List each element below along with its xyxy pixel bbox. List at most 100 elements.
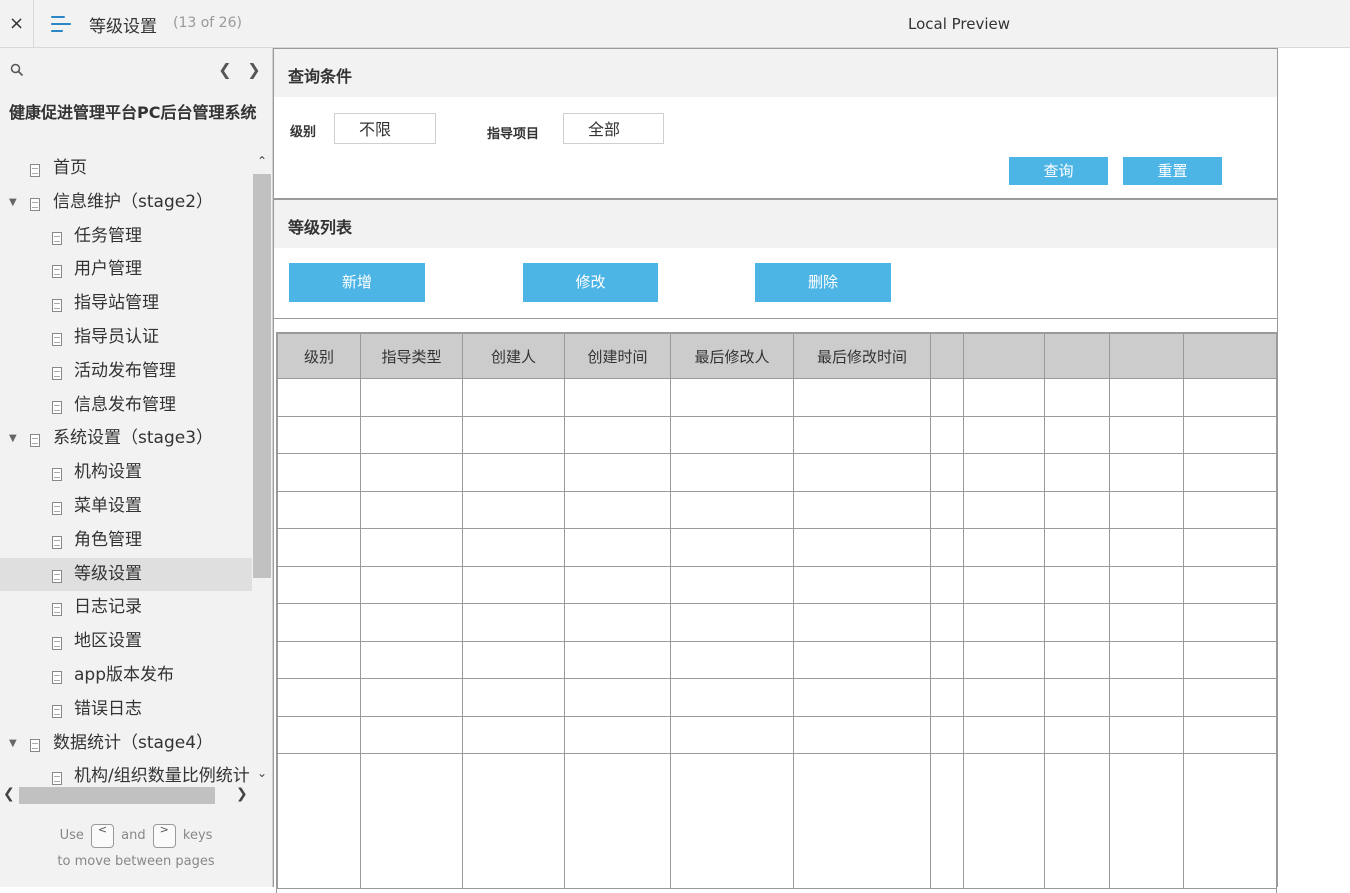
level-select[interactable]: 不限: [334, 113, 436, 144]
table-row[interactable]: [277, 528, 1276, 567]
table-cell: [930, 640, 964, 679]
sidebar: ❮ ❯ 健康促进管理平台PC后台管理系统 首页 ▼ 信息维护（stage2） 任务管理…: [0, 48, 273, 887]
search-button[interactable]: 查询: [1009, 157, 1108, 185]
table-cell: [930, 453, 964, 492]
add-button[interactable]: 新增: [289, 263, 425, 302]
page-icon: [52, 468, 62, 482]
list-header: 等级列表: [273, 199, 1278, 249]
table-cell: [670, 415, 794, 454]
tree-item[interactable]: 等级设置: [0, 557, 252, 592]
table-cell: [963, 378, 1045, 417]
table-cell: [670, 603, 794, 642]
tree-item[interactable]: 指导员认证: [0, 321, 252, 355]
scroll-down-icon[interactable]: ⌄: [256, 766, 268, 780]
tree-item[interactable]: ▼ 系统设置（stage3）: [0, 422, 252, 456]
project-select[interactable]: 全部: [563, 113, 664, 144]
table-cell: [277, 415, 361, 454]
table-cell: [793, 715, 931, 754]
scrollbar-thumb[interactable]: [253, 174, 271, 578]
tree-item[interactable]: 角色管理: [0, 524, 252, 558]
search-icon[interactable]: [10, 63, 24, 77]
scroll-up-icon[interactable]: ⌃: [256, 154, 268, 168]
table-cell: [963, 528, 1045, 567]
table-cell: [1109, 678, 1184, 717]
table-cell: [1109, 565, 1184, 604]
tree-item-label: 机构设置: [74, 462, 142, 483]
scroll-left-icon[interactable]: ❮: [3, 786, 15, 802]
table-cell: [462, 415, 565, 454]
table-cell: [277, 565, 361, 604]
table-cell: [1109, 753, 1184, 889]
tree-item[interactable]: app版本发布: [0, 659, 252, 693]
tree-item[interactable]: 活动发布管理: [0, 355, 252, 389]
page-icon: [30, 738, 40, 752]
table-cell: [462, 603, 565, 642]
table-cell: [670, 528, 794, 567]
tree-item-label: 信息维护（stage2）: [53, 191, 214, 212]
next-page-icon[interactable]: ❯: [247, 60, 261, 79]
table-cell: [1109, 640, 1184, 679]
table-row[interactable]: [277, 640, 1276, 679]
tree-item[interactable]: 地区设置: [0, 625, 252, 659]
page-icon: [52, 704, 62, 718]
table-cell: [462, 378, 565, 417]
table-cell: [564, 603, 671, 642]
column-header: 创建时间: [564, 333, 671, 379]
table-cell: [360, 640, 463, 679]
tree-item[interactable]: 机构/组织数量比例统计: [0, 760, 252, 786]
table-row[interactable]: [277, 678, 1276, 717]
reset-button[interactable]: 重置: [1123, 157, 1222, 185]
table-row[interactable]: [277, 715, 1276, 754]
tree-item-label: 指导站管理: [74, 293, 159, 314]
table-row[interactable]: [277, 603, 1276, 642]
table-row[interactable]: [277, 490, 1276, 529]
tree-item[interactable]: 错误日志: [0, 693, 252, 727]
expand-caret-icon[interactable]: ▼: [9, 727, 17, 761]
table-cell: [564, 490, 671, 529]
tree-item[interactable]: 指导站管理: [0, 287, 252, 321]
table-cell: [1109, 453, 1184, 492]
page-icon: [52, 501, 62, 515]
preview-label: Local Preview: [908, 15, 1011, 33]
table-cell: [1183, 678, 1276, 717]
prev-page-icon[interactable]: ❮: [218, 60, 232, 79]
expand-caret-icon[interactable]: ▼: [9, 422, 17, 456]
close-icon[interactable]: ×: [0, 0, 34, 47]
page-tree: 首页 ▼ 信息维护（stage2） 任务管理 用户管理 指导站管理 指导员认证 活动发布管理信…: [0, 152, 252, 786]
tree-item[interactable]: 用户管理: [0, 253, 252, 287]
table-cell: [360, 528, 463, 567]
vertical-scrollbar[interactable]: ⌃ ⌄: [252, 152, 272, 786]
tree-item[interactable]: 首页: [0, 152, 252, 186]
page-icon: [52, 772, 62, 786]
table-cell: [1183, 528, 1276, 567]
menu-icon[interactable]: [51, 15, 73, 33]
edit-button[interactable]: 修改: [523, 263, 658, 302]
table-cell: [793, 378, 931, 417]
expand-caret-icon[interactable]: ▼: [9, 186, 17, 220]
tree-item[interactable]: 菜单设置: [0, 490, 252, 524]
tree-item[interactable]: 信息发布管理: [0, 389, 252, 423]
table-cell: [564, 678, 671, 717]
horizontal-scrollbar[interactable]: ❮ ❯: [0, 786, 252, 806]
tree-item[interactable]: 机构设置: [0, 456, 252, 490]
tree-item[interactable]: ▼ 数据统计（stage4）: [0, 727, 252, 761]
table-cell: [564, 640, 671, 679]
table-cell: [670, 753, 794, 889]
table-row[interactable]: [277, 565, 1276, 604]
table-cell: [462, 678, 565, 717]
page-icon: [52, 400, 62, 414]
table-cell: [1183, 565, 1276, 604]
delete-button[interactable]: 删除: [755, 263, 891, 302]
table-cell: [963, 453, 1045, 492]
tree-item[interactable]: 任务管理: [0, 220, 252, 254]
tree-item[interactable]: ▼ 信息维护（stage2）: [0, 186, 252, 220]
table-row[interactable]: [277, 378, 1276, 417]
scrollbar-thumb[interactable]: [19, 787, 215, 804]
table-row[interactable]: [277, 753, 1276, 889]
column-header: [1109, 333, 1184, 379]
table-cell: [462, 640, 565, 679]
table-row[interactable]: [277, 453, 1276, 492]
scroll-right-icon[interactable]: ❯: [236, 786, 248, 802]
table-row[interactable]: [277, 415, 1276, 454]
tree-item[interactable]: 日志记录: [0, 591, 252, 625]
